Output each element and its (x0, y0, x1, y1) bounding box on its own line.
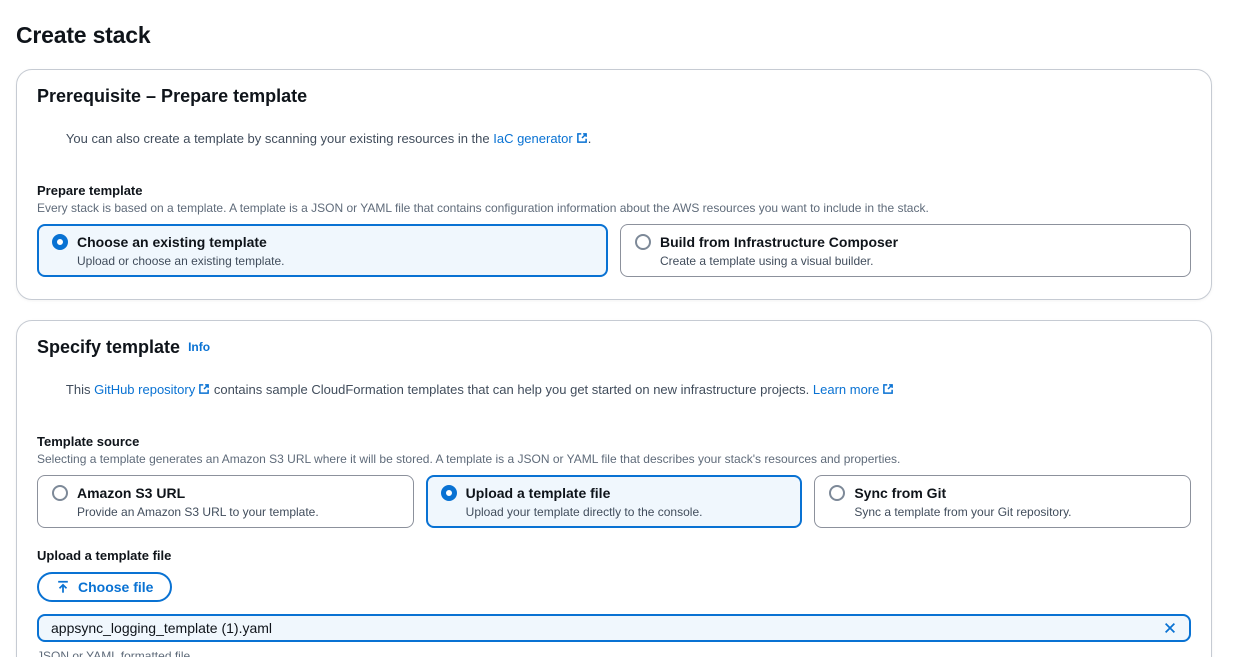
github-repository-link[interactable]: GitHub repository (94, 382, 210, 397)
close-icon (1165, 623, 1175, 633)
radio-unchecked-icon[interactable] (635, 234, 651, 250)
iac-generator-link[interactable]: IaC generator (493, 131, 588, 146)
prerequisite-card-title: Prerequisite – Prepare template (37, 86, 308, 106)
tile-description: Provide an Amazon S3 URL to your templat… (77, 505, 319, 519)
uploaded-file-token: appsync_logging_template (1).yaml (37, 614, 1191, 642)
prepare-template-label: Prepare template (37, 183, 143, 198)
tile-label: Choose an existing template (77, 234, 267, 250)
prerequisite-card-description: You can also create a template by scanni… (37, 112, 1191, 166)
uploaded-file-name: appsync_logging_template (1).yaml (51, 620, 273, 636)
create-stack-page: Create stack Prerequisite – Prepare temp… (0, 0, 1244, 657)
tile-label: Sync from Git (854, 485, 947, 501)
file-format-hint: JSON or YAML formatted file (37, 649, 191, 657)
tile-description: Sync a template from your Git repository… (854, 505, 1072, 519)
description-text: This (65, 382, 95, 397)
tile-description: Create a template using a visual builder… (660, 254, 874, 268)
specify-template-description: This GitHub repository contains sample C… (37, 363, 1191, 417)
page-title: Create stack (16, 22, 151, 48)
upload-icon (58, 580, 68, 593)
description-text: contains sample CloudFormation templates… (210, 382, 813, 397)
choose-file-button-label: Choose file (78, 579, 154, 595)
info-link[interactable]: Info (188, 340, 210, 354)
tile-amazon-s3-url[interactable]: Amazon S3 URL Provide an Amazon S3 URL t… (37, 475, 414, 528)
tile-label: Build from Infrastructure Composer (660, 234, 899, 250)
prepare-template-description: Every stack is based on a template. A te… (37, 201, 929, 215)
upload-template-file-label: Upload a template file (37, 548, 172, 563)
remove-file-button[interactable] (1161, 619, 1179, 637)
prerequisite-card: Prerequisite – Prepare template You can … (16, 69, 1212, 300)
radio-unchecked-icon[interactable] (52, 485, 68, 501)
tile-build-from-infrastructure-composer[interactable]: Build from Infrastructure Composer Creat… (620, 224, 1191, 277)
radio-checked-icon[interactable] (440, 485, 457, 501)
learn-more-link[interactable]: Learn more (813, 382, 894, 397)
tile-choose-existing-template[interactable]: Choose an existing template Upload or ch… (37, 224, 608, 277)
tile-description: Upload or choose an existing template. (77, 254, 285, 268)
specify-template-card: Specify template Info This GitHub reposit… (16, 320, 1212, 657)
learn-more-link-label: Learn more (812, 382, 880, 397)
external-link-icon (199, 384, 210, 394)
template-source-options: Amazon S3 URL Provide an Amazon S3 URL t… (37, 475, 1191, 528)
github-repository-link-label: GitHub repository (94, 382, 196, 397)
tile-sync-from-git[interactable]: Sync from Git Sync a template from your … (814, 475, 1191, 528)
description-text: You can also create a template by scanni… (65, 131, 494, 146)
choose-file-button[interactable]: Choose file (37, 572, 173, 602)
template-source-description: Selecting a template generates an Amazon… (37, 452, 901, 466)
radio-unchecked-icon[interactable] (829, 485, 846, 501)
iac-generator-link-label: IaC generator (493, 131, 573, 146)
tile-upload-template-file[interactable]: Upload a template file Upload your templ… (425, 475, 803, 528)
description-text: . (587, 131, 592, 146)
external-link-icon (576, 133, 587, 143)
prepare-template-options: Choose an existing template Upload or ch… (37, 224, 1191, 277)
tile-label: Amazon S3 URL (77, 485, 186, 501)
radio-checked-icon[interactable] (52, 234, 68, 250)
template-source-label: Template source (37, 434, 140, 449)
external-link-icon (883, 384, 894, 394)
tile-description: Upload your template directly to the con… (465, 505, 703, 519)
tile-label: Upload a template file (465, 485, 611, 501)
specify-template-card-title: Specify template (37, 337, 181, 357)
